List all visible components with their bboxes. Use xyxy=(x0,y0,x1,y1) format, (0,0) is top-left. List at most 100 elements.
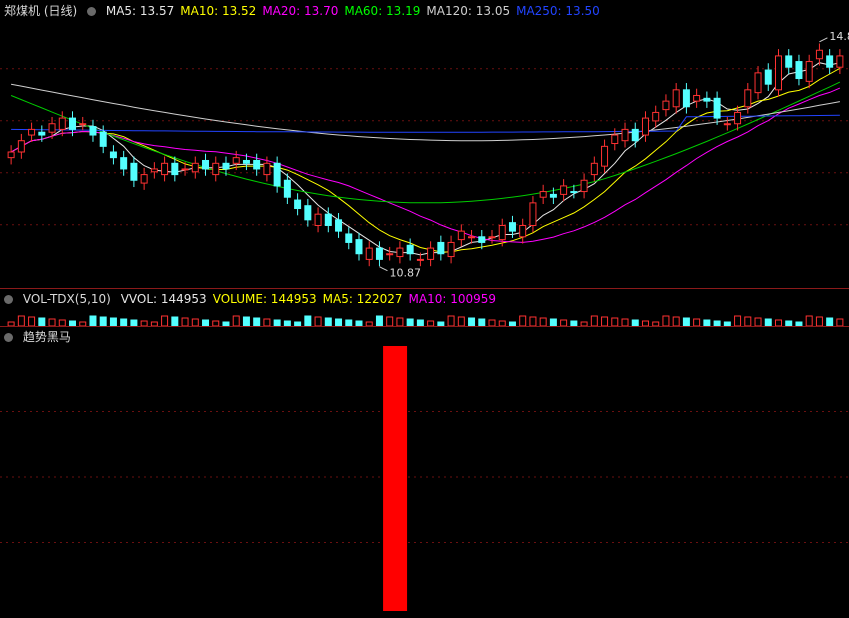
candle-body xyxy=(304,205,312,221)
volume-bar xyxy=(529,316,537,326)
volume-bar xyxy=(815,316,823,326)
volume-bar xyxy=(621,318,629,326)
indicator-chart[interactable] xyxy=(0,326,849,618)
volume-bar xyxy=(682,317,690,326)
volume-chart[interactable] xyxy=(0,288,849,326)
candle-body xyxy=(212,162,220,176)
volume-bar xyxy=(836,318,844,326)
candle-body xyxy=(754,72,762,94)
volume-bar xyxy=(232,315,240,326)
volume-bar xyxy=(447,315,455,326)
candle-body xyxy=(38,131,46,136)
candle-body xyxy=(478,236,486,243)
candle-body xyxy=(549,193,557,198)
candle-body xyxy=(150,168,158,173)
volume-bar xyxy=(17,315,25,326)
candle-body xyxy=(161,162,169,176)
volume-bar xyxy=(590,315,598,326)
candle-body xyxy=(48,123,56,133)
candle-body xyxy=(130,162,138,181)
volume-bar xyxy=(48,318,56,326)
volume-bar xyxy=(335,318,343,326)
volume-bar xyxy=(826,317,834,326)
candle-body xyxy=(682,89,690,108)
volume-bar xyxy=(662,315,670,326)
volume-bar xyxy=(242,316,250,326)
candle-body xyxy=(263,162,271,176)
candle-body xyxy=(621,128,629,142)
candle-body xyxy=(774,55,782,91)
volume-panel[interactable]: VOL-TDX(5,10) VVOL: 144953 VOLUME: 144953… xyxy=(0,288,849,326)
candle-body xyxy=(17,140,25,153)
candle-body xyxy=(109,151,117,159)
candle-body xyxy=(69,117,77,130)
volume-bar xyxy=(468,317,476,326)
indicator-panel[interactable]: 趋势黑马 xyxy=(0,326,849,618)
candle-body xyxy=(662,100,670,111)
candle-body xyxy=(232,157,240,164)
candle-body xyxy=(345,233,353,243)
volume-bar xyxy=(805,315,813,326)
candle-body xyxy=(785,55,793,68)
candle-body xyxy=(826,55,834,68)
volume-bar xyxy=(744,316,752,326)
volume-bar xyxy=(601,316,609,326)
volume-bar xyxy=(764,318,772,326)
volume-bar xyxy=(89,315,97,326)
ma5-line xyxy=(10,62,841,256)
candle-body xyxy=(99,131,107,147)
volume-bar xyxy=(539,317,547,326)
candle-body xyxy=(457,230,465,241)
candle-body xyxy=(79,123,87,126)
volume-bar xyxy=(99,316,107,326)
candle-body xyxy=(836,55,844,68)
low-price-label-pointer xyxy=(379,266,388,272)
candle-body xyxy=(386,253,394,256)
volume-bar xyxy=(611,317,619,326)
candle-body xyxy=(242,159,250,164)
price-panel[interactable]: 郑煤机 (日线) MA5: 13.57 MA10: 13.52 MA20: 13.7… xyxy=(0,0,849,288)
candle-body xyxy=(570,191,578,194)
candle-body xyxy=(447,241,455,258)
candle-body xyxy=(713,97,721,119)
volume-bar xyxy=(109,317,117,326)
candle-body xyxy=(58,117,66,130)
low-price-label: 10.87 xyxy=(389,267,421,280)
volume-bar xyxy=(693,318,701,326)
candle-body xyxy=(744,89,752,108)
candle-body xyxy=(375,247,383,260)
candle-body xyxy=(580,179,588,193)
candle-body xyxy=(202,159,210,170)
candle-body xyxy=(703,97,711,102)
candle-body xyxy=(723,123,731,126)
candle-body xyxy=(396,247,404,258)
candle-body xyxy=(171,162,179,176)
volume-bar xyxy=(28,316,36,326)
volume-bar xyxy=(181,317,189,326)
candle-body xyxy=(437,241,445,255)
candle-body xyxy=(805,61,813,82)
high-price-label-pointer xyxy=(819,37,828,43)
volume-bar xyxy=(375,315,383,326)
candle-body xyxy=(815,49,823,60)
candle-body xyxy=(28,128,36,136)
candle-body xyxy=(795,61,803,80)
volume-bar xyxy=(191,318,199,326)
candle-body xyxy=(253,159,261,170)
volume-bar xyxy=(406,318,414,326)
candle-body xyxy=(416,258,424,261)
trend-signal-bar xyxy=(383,346,408,611)
candle-body xyxy=(611,134,619,145)
price-chart[interactable]: 14.85 10.87 xyxy=(0,0,849,288)
volume-bar xyxy=(38,317,46,326)
volume-bar xyxy=(672,316,680,326)
candle-body xyxy=(508,222,516,232)
candle-body xyxy=(294,199,302,210)
candle-body xyxy=(427,247,435,260)
volume-bar xyxy=(171,316,179,326)
volume-bar xyxy=(324,317,332,326)
candle-body xyxy=(529,202,537,226)
volume-bar xyxy=(478,318,486,326)
volume-bar xyxy=(304,315,312,326)
candle-body xyxy=(191,162,199,173)
